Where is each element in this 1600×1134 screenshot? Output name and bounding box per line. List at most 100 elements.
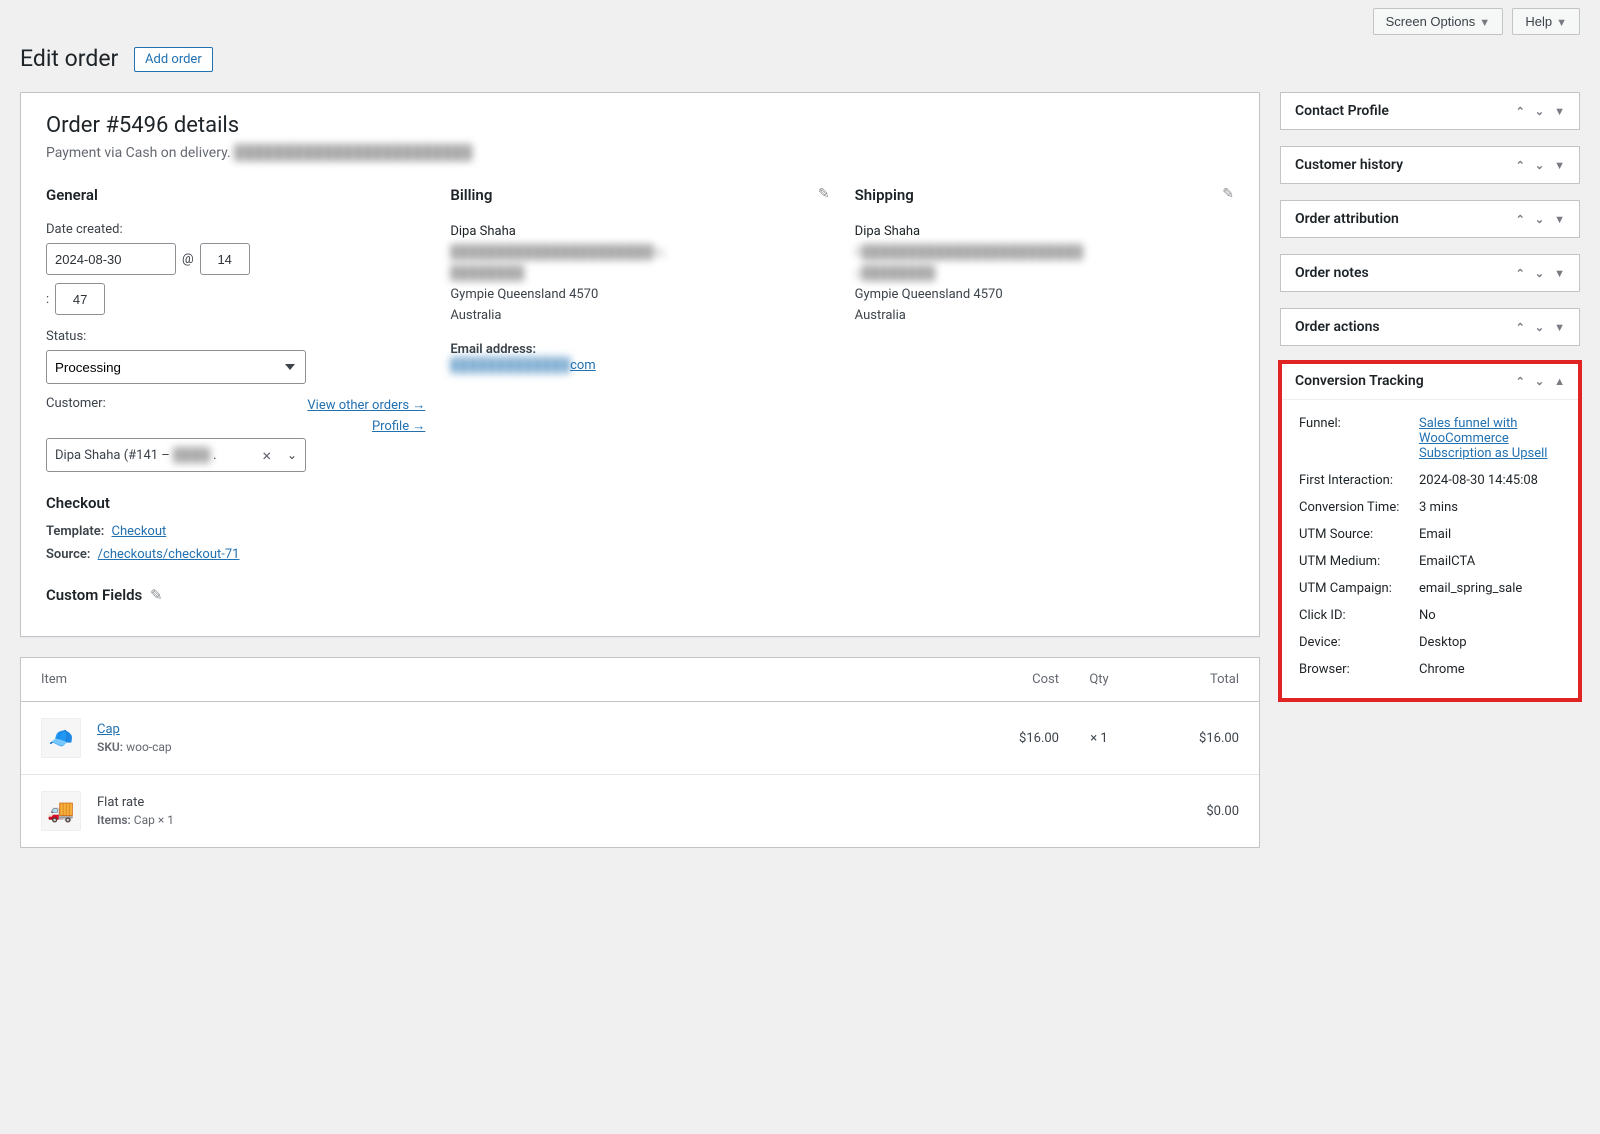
minute-input[interactable] [55,283,105,315]
sidebox-order-attribution: Order attribution ⌃ ⌄ ▼ [1280,200,1580,238]
screen-options-label: Screen Options [1386,14,1476,29]
toggle-icon[interactable]: ▼ [1554,105,1565,118]
page-title: Edit order Add order [20,45,1580,72]
sidebox-conversion-tracking: Conversion Tracking ⌃ ⌄ ▲ Funnel: Sales … [1280,362,1580,700]
order-heading: Order #5496 details [46,113,1234,138]
billing-name: Dipa Shaha [450,222,829,243]
customer-select-text: Dipa Shaha (#141 – [55,448,173,463]
email-label: Email address: [450,342,829,357]
items-label: Items: [97,813,131,827]
sidebox-title: Conversion Tracking [1295,373,1424,389]
cell-total: $16.00 [1139,731,1239,746]
move-down-icon[interactable]: ⌄ [1535,105,1544,118]
ct-browser-value: Chrome [1415,656,1565,683]
sku-label: SKU: [97,740,123,754]
ct-first-label: First Interaction: [1295,467,1415,494]
help-button[interactable]: Help▼ [1512,8,1580,35]
chevron-down-icon: ⌄ [287,448,297,462]
product-link[interactable]: Cap [97,722,120,737]
order-items-table: Item Cost Qty Total 🧢 Cap SKU: woo-cap $… [20,657,1260,848]
sidebox-order-actions: Order actions ⌃ ⌄ ▼ [1280,308,1580,346]
ct-source-label: UTM Source: [1295,521,1415,548]
items-value: Cap × 1 [134,813,174,827]
checkout-heading: Checkout [46,494,425,512]
toggle-icon[interactable]: ▼ [1554,267,1565,280]
status-select[interactable]: Processing [46,350,306,384]
email-redacted: █████████████ [450,358,570,373]
shipping-column: ✎ Shipping Dipa Shaha 8█████████████████… [855,186,1234,616]
payment-redacted: ████████████████████████ [234,145,472,161]
toggle-icon[interactable]: ▼ [1554,159,1565,172]
move-up-icon[interactable]: ⌃ [1516,213,1525,226]
billing-column: ✎ Billing Dipa Shaha ███████████████████… [450,186,829,616]
ct-click-value: No [1415,602,1565,629]
source-label: Source: [46,547,90,562]
product-thumb: 🧢 [41,718,81,758]
billing-city: Gympie Queensland 4570 [450,285,829,306]
cell-qty: × 1 [1059,731,1139,746]
move-down-icon[interactable]: ⌄ [1535,213,1544,226]
status-label: Status: [46,329,425,344]
ct-campaign-value: email_spring_sale [1415,575,1565,602]
customer-select[interactable]: Dipa Shaha (#141 – ████ . × ⌄ [46,438,306,472]
at-symbol: @ [176,252,200,267]
move-down-icon[interactable]: ⌄ [1535,159,1544,172]
help-label: Help [1525,14,1552,29]
sku-value: woo-cap [126,740,172,754]
move-up-icon[interactable]: ⌃ [1516,375,1525,388]
move-down-icon[interactable]: ⌄ [1535,267,1544,280]
sidebox-contact-profile: Contact Profile ⌃ ⌄ ▼ [1280,92,1580,130]
edit-shipping-icon[interactable]: ✎ [1222,186,1234,202]
template-label: Template: [46,524,104,539]
general-heading: General [46,186,425,204]
shipping-country: Australia [855,306,1234,327]
edit-billing-icon[interactable]: ✎ [818,186,830,202]
cell-total: $0.00 [1139,804,1239,819]
ct-conv-value: 3 mins [1415,494,1565,521]
order-payment: Payment via Cash on delivery. ██████████… [46,144,1234,161]
date-input[interactable] [46,243,176,275]
sidebox-customer-history: Customer history ⌃ ⌄ ▼ [1280,146,1580,184]
sidebox-title: Order actions [1295,319,1380,335]
hour-input[interactable] [200,243,250,275]
move-up-icon[interactable]: ⌃ [1516,159,1525,172]
source-link[interactable]: /checkouts/checkout-71 [98,547,240,562]
pencil-icon[interactable]: ✎ [150,586,163,604]
customer-redacted: ████ [173,448,210,463]
sidebox-title: Customer history [1295,157,1403,173]
clear-icon[interactable]: × [262,446,271,465]
move-down-icon[interactable]: ⌄ [1535,321,1544,334]
ct-conv-label: Conversion Time: [1295,494,1415,521]
chevron-down-icon: ▼ [1479,17,1490,29]
ct-funnel-link[interactable]: Sales funnel with WooCommerce Subscripti… [1419,416,1547,461]
move-down-icon[interactable]: ⌄ [1535,375,1544,388]
move-up-icon[interactable]: ⌃ [1516,105,1525,118]
billing-email-link[interactable]: █████████████com [450,358,595,373]
th-total: Total [1139,672,1239,687]
date-created-label: Date created: [46,222,425,237]
general-column: General Date created: @ : Status: [46,186,425,616]
sidebox-title: Contact Profile [1295,103,1389,119]
shipping-line1-redacted: 8████████████████████████ [855,243,1234,264]
billing-country: Australia [450,306,829,327]
profile-link[interactable]: Profile → [307,417,425,438]
ct-device-value: Desktop [1415,629,1565,656]
toggle-icon[interactable]: ▲ [1554,375,1565,388]
view-other-orders-link[interactable]: View other orders → [307,396,425,417]
add-order-button[interactable]: Add order [134,47,213,72]
custom-fields-heading: Custom Fields ✎ [46,586,425,604]
shipping-line2-redacted: c████████ [855,264,1234,285]
th-item: Item [41,672,969,687]
screen-options-button[interactable]: Screen Options▼ [1373,8,1504,35]
toggle-icon[interactable]: ▼ [1554,213,1565,226]
ct-device-label: Device: [1295,629,1415,656]
move-up-icon[interactable]: ⌃ [1516,267,1525,280]
th-qty: Qty [1059,672,1139,687]
sidebox-title: Order notes [1295,265,1369,281]
template-link[interactable]: Checkout [112,524,167,539]
ct-campaign-label: UTM Campaign: [1295,575,1415,602]
move-up-icon[interactable]: ⌃ [1516,321,1525,334]
ct-first-value: 2024-08-30 14:45:08 [1415,467,1565,494]
toggle-icon[interactable]: ▼ [1554,321,1565,334]
billing-heading: Billing [450,186,829,204]
